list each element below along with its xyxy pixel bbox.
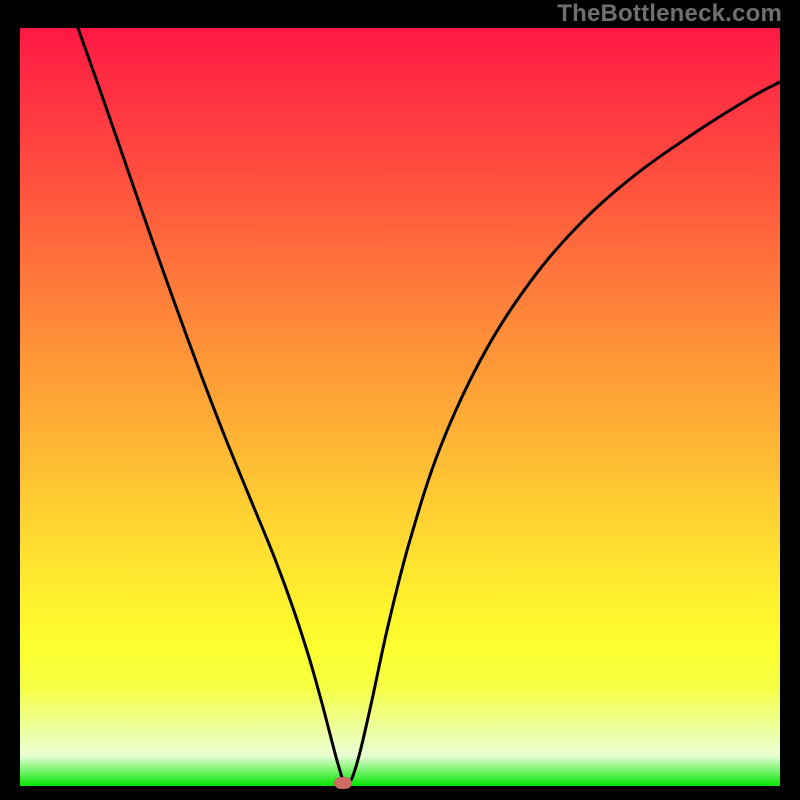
bottleneck-curve <box>20 28 780 786</box>
plot-area <box>20 28 780 786</box>
chart-container: TheBottleneck.com <box>0 0 800 800</box>
minimum-marker <box>334 777 352 789</box>
watermark-text: TheBottleneck.com <box>557 0 782 28</box>
